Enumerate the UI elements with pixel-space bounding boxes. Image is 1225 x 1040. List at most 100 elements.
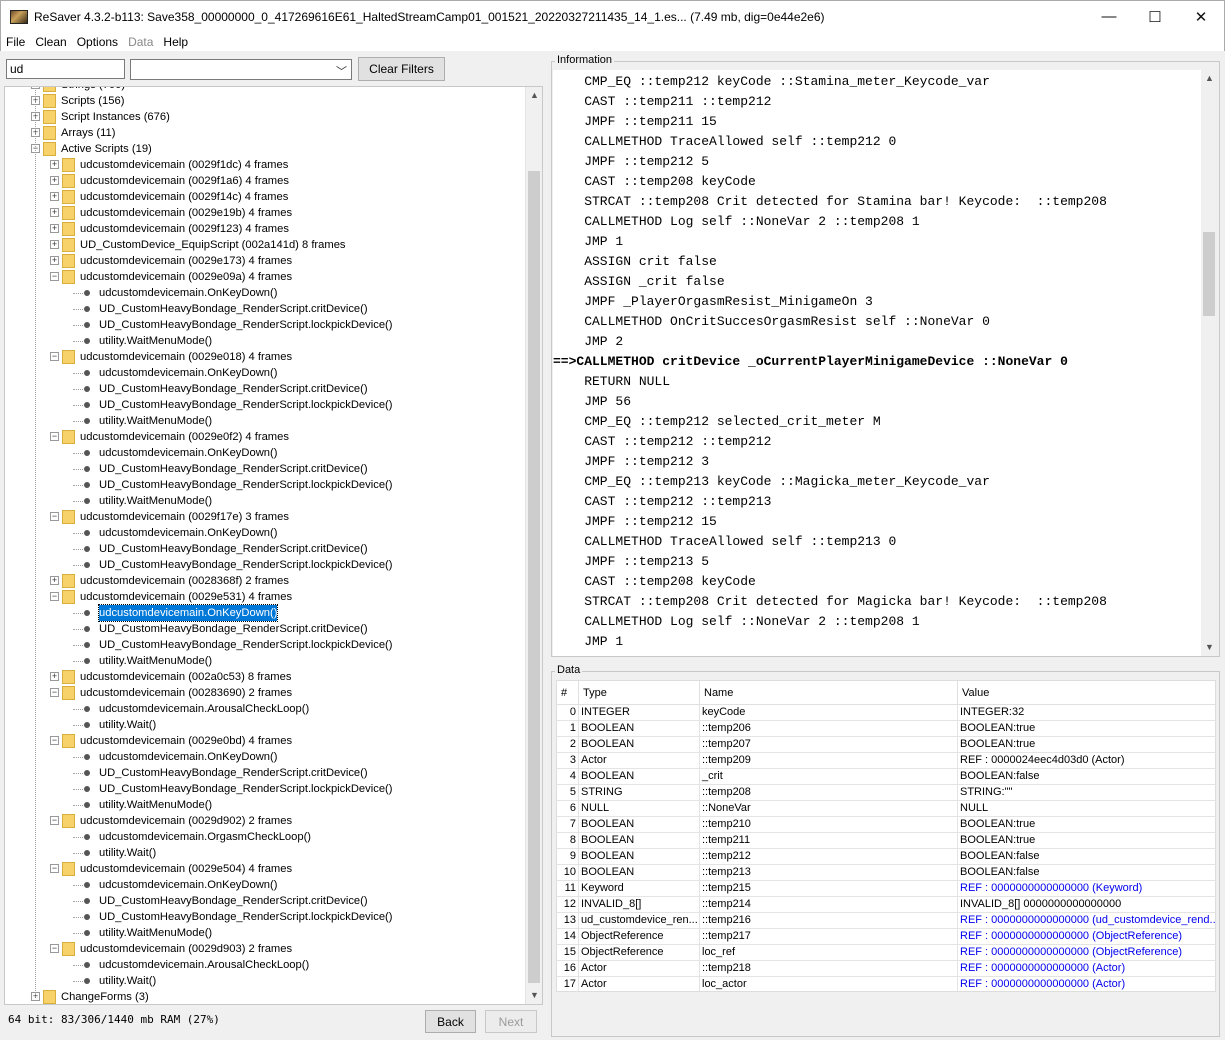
tree-node[interactable]: + UD_CustomDevice_EquipScript (002a141d) … [5,237,525,253]
tree-node[interactable]: − udcustomdevicemain (0029f17e) 3 frames [5,509,525,525]
tree-leaf[interactable]: UD_CustomHeavyBondage_RenderScript.lockp… [5,637,525,653]
table-row[interactable]: 7 BOOLEAN::temp210 BOOLEAN:true [557,817,1215,833]
collapse-icon[interactable]: − [50,512,59,521]
tree-leaf[interactable]: utility.Wait() [5,717,525,733]
tree-node[interactable]: + udcustomdevicemain (0028368f) 2 frames [5,573,525,589]
tree-node-label[interactable]: udcustomdevicemain (0029e19b) 4 frames [80,205,292,221]
tree-node[interactable]: − Active Scripts (19) [5,141,525,157]
cell-value[interactable]: REF : 0000000000000000 (Keyword) [958,881,1215,897]
tree-leaf-label[interactable]: UD_CustomHeavyBondage_RenderScript.critD… [99,621,368,637]
table-row[interactable]: 17 Actor loc_actor REF : 0000000000000000 (… [557,977,1215,991]
tree-leaf-label[interactable]: udcustomdevicemain.OnKeyDown() [99,285,277,301]
scroll-down-icon[interactable]: ▼ [1201,639,1218,656]
tree-node-label[interactable]: udcustomdevicemain (002a0c53) 8 frames [80,669,291,685]
tree-node-label[interactable]: udcustomdevicemain (0029e0f2) 4 frames [80,429,289,445]
tree-leaf[interactable]: UD_CustomHeavyBondage_RenderScript.lockp… [5,397,525,413]
tree-leaf-label[interactable]: udcustomdevicemain.ArousalCheckLoop() [99,957,309,973]
collapse-icon[interactable]: − [50,864,59,873]
tree-node-label[interactable]: udcustomdevicemain (0029e531) 4 frames [80,589,292,605]
tree-leaf-label[interactable]: UD_CustomHeavyBondage_RenderScript.lockp… [99,317,393,333]
table-row[interactable]: 4 BOOLEAN _crit BOOLEAN:false [557,769,1215,785]
tree-node[interactable]: − udcustomdevicemain (00283690) 2 frames [5,685,525,701]
tree-leaf-label[interactable]: udcustomdevicemain.OnKeyDown() [99,525,277,541]
tree-leaf-label[interactable]: UD_CustomHeavyBondage_RenderScript.lockp… [99,557,393,573]
tree-leaf-label[interactable]: UD_CustomHeavyBondage_RenderScript.critD… [99,765,368,781]
tree-node-label[interactable]: udcustomdevicemain (0029e09a) 4 frames [80,269,292,285]
tree-scroll-thumb[interactable] [528,171,540,983]
tree-node-label[interactable]: udcustomdevicemain (00283690) 2 frames [80,685,292,701]
tree-leaf-label[interactable]: utility.WaitMenuMode() [99,333,212,349]
table-row[interactable]: 12 INVALID_8[]::temp214 INVALID_8[] 000000… [557,897,1215,913]
column-header-type[interactable]: Type [579,681,700,705]
tree-leaf-label[interactable]: utility.WaitMenuMode() [99,653,212,669]
tree-node[interactable]: + udcustomdevicemain (0029e19b) 4 frames [5,205,525,221]
tree-node-label[interactable]: udcustomdevicemain (0029f123) 4 frames [80,221,289,237]
tree-node[interactable]: + udcustomdevicemain (0029f14c) 4 frames [5,189,525,205]
table-row[interactable]: 6 NULL::NoneVar NULL [557,801,1215,817]
tree-leaf[interactable]: UD_CustomHeavyBondage_RenderScript.critD… [5,461,525,477]
tree-node-label[interactable]: Arrays (11) [61,125,116,141]
tree-leaf[interactable]: udcustomdevicemain.OnKeyDown() [5,365,525,381]
tree-leaf-label[interactable]: UD_CustomHeavyBondage_RenderScript.critD… [99,381,368,397]
next-button[interactable]: Next [485,1010,537,1033]
tree-node[interactable]: + Script Instances (676) [5,109,525,125]
tree-node-label[interactable]: udcustomdevicemain (0028368f) 2 frames [80,573,289,589]
tree-leaf[interactable]: udcustomdevicemain.OnKeyDown() [5,604,525,622]
tree-node-label[interactable]: udcustomdevicemain (0029f17e) 3 frames [80,509,289,525]
tree-leaf-label[interactable]: utility.WaitMenuMode() [99,413,212,429]
table-row[interactable]: 15 ObjectReference loc_ref REF : 0000000000… [557,945,1215,961]
table-row[interactable]: 0 INTEGER keyCode INTEGER:32 [557,705,1215,721]
collapse-icon[interactable]: − [50,352,59,361]
tree-leaf[interactable]: udcustomdevicemain.ArousalCheckLoop() [5,957,525,973]
collapse-icon[interactable]: − [50,736,59,745]
tree-node-label[interactable]: udcustomdevicemain (0029e018) 4 frames [80,349,292,365]
expand-icon[interactable]: + [50,224,59,233]
tree-leaf[interactable]: udcustomdevicemain.ArousalCheckLoop() [5,701,525,717]
expand-icon[interactable]: + [50,240,59,249]
menu-file[interactable]: File [1,35,30,49]
tree-leaf[interactable]: UD_CustomHeavyBondage_RenderScript.lockp… [5,477,525,493]
tree-leaf-label[interactable]: udcustomdevicemain.ArousalCheckLoop() [99,701,309,717]
cell-value[interactable]: REF : 0000000000000000 (ObjectReference) [958,945,1215,961]
information-scrollbar[interactable]: ▲ ▼ [1201,70,1218,656]
tree-leaf-label[interactable]: utility.Wait() [99,717,156,733]
tree-leaf-label[interactable]: UD_CustomHeavyBondage_RenderScript.critD… [99,461,368,477]
tree-leaf[interactable]: utility.Wait() [5,973,525,989]
expand-icon[interactable]: + [50,208,59,217]
tree-node[interactable]: + Scripts (156) [5,93,525,109]
tree-leaf-label[interactable]: utility.Wait() [99,845,156,861]
tree-leaf-label[interactable]: UD_CustomHeavyBondage_RenderScript.critD… [99,893,368,909]
tree-node[interactable]: − udcustomdevicemain (0029d903) 2 frames [5,941,525,957]
cell-value[interactable]: REF : 0000000000000000 (Actor) [958,961,1215,977]
expand-icon[interactable]: + [50,160,59,169]
tree-node[interactable]: + udcustomdevicemain (002a0c53) 8 frames [5,669,525,685]
tree-leaf[interactable]: UD_CustomHeavyBondage_RenderScript.lockp… [5,781,525,797]
tree-node-label[interactable]: udcustomdevicemain (0029e0bd) 4 frames [80,733,292,749]
tree-leaf[interactable]: UD_CustomHeavyBondage_RenderScript.lockp… [5,557,525,573]
tree-node[interactable]: + udcustomdevicemain (0029f1dc) 4 frames [5,157,525,173]
tree-leaf-label[interactable]: utility.WaitMenuMode() [99,493,212,509]
filter-text-input[interactable] [6,59,125,79]
tree-leaf-label[interactable]: utility.WaitMenuMode() [99,925,212,941]
clear-filters-button[interactable]: Clear Filters [358,57,445,81]
save-tree[interactable]: +Strings (700)+Scripts (156)+Script Inst… [4,86,543,1005]
tree-leaf[interactable]: UD_CustomHeavyBondage_RenderScript.critD… [5,765,525,781]
tree-leaf[interactable]: utility.WaitMenuMode() [5,925,525,941]
expand-icon[interactable]: + [50,192,59,201]
tree-node[interactable]: + ChangeForms (3) [5,989,525,1004]
table-row[interactable]: 14 ObjectReference::temp217 REF : 00000000… [557,929,1215,945]
tree-node[interactable]: − udcustomdevicemain (0029d902) 2 frames [5,813,525,829]
menu-help[interactable]: Help [158,35,193,49]
table-row[interactable]: 1 BOOLEAN::temp206 BOOLEAN:true [557,721,1215,737]
tree-leaf-label[interactable]: utility.WaitMenuMode() [99,797,212,813]
scroll-down-icon[interactable]: ▼ [526,987,542,1004]
tree-node[interactable]: − udcustomdevicemain (0029e018) 4 frames [5,349,525,365]
information-scroll-thumb[interactable] [1203,232,1215,316]
expand-icon[interactable]: + [50,176,59,185]
tree-leaf-label[interactable]: udcustomdevicemain.OnKeyDown() [99,445,277,461]
tree-leaf-label[interactable]: UD_CustomHeavyBondage_RenderScript.critD… [99,541,368,557]
tree-node[interactable]: − udcustomdevicemain (0029e0f2) 4 frames [5,429,525,445]
tree-node-label[interactable]: udcustomdevicemain (0029e504) 4 frames [80,861,292,877]
table-row[interactable]: 8 BOOLEAN::temp211 BOOLEAN:true [557,833,1215,849]
expand-icon[interactable]: + [50,672,59,681]
